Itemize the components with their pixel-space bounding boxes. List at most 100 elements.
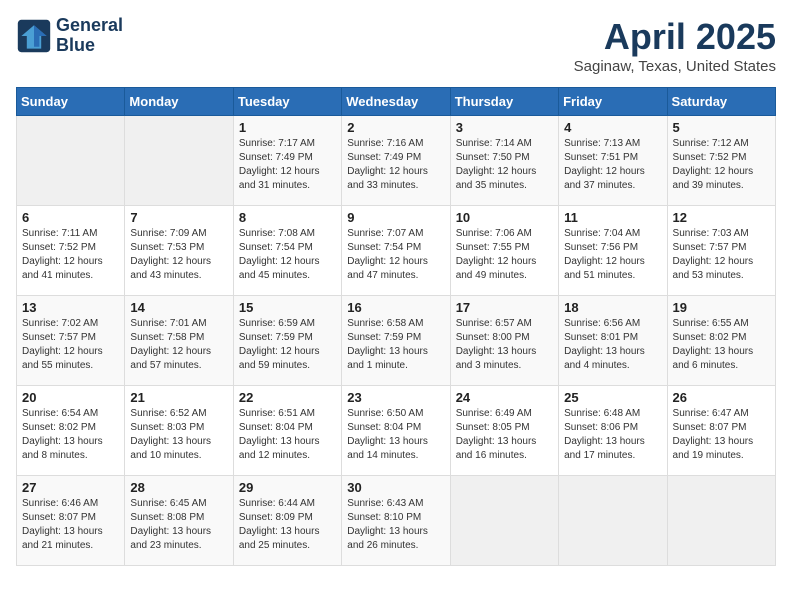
calendar-cell: 25 Sunrise: 6:48 AM Sunset: 8:06 PM Dayli…	[559, 386, 667, 476]
weekday-header-saturday: Saturday	[667, 88, 775, 116]
day-info: Sunrise: 6:50 AM Sunset: 8:04 PM Dayligh…	[347, 407, 444, 463]
day-info: Sunrise: 7:06 AM Sunset: 7:55 PM Dayligh…	[456, 227, 553, 283]
day-number: 6	[22, 210, 119, 225]
day-info: Sunrise: 6:52 AM Sunset: 8:03 PM Dayligh…	[130, 407, 227, 463]
calendar-cell: 19 Sunrise: 6:55 AM Sunset: 8:02 PM Dayli…	[667, 296, 775, 386]
calendar-cell: 10 Sunrise: 7:06 AM Sunset: 7:55 PM Dayli…	[450, 206, 558, 296]
day-info: Sunrise: 6:56 AM Sunset: 8:01 PM Dayligh…	[564, 317, 661, 373]
day-number: 17	[456, 300, 553, 315]
day-number: 20	[22, 390, 119, 405]
weekday-header-thursday: Thursday	[450, 88, 558, 116]
day-info: Sunrise: 6:47 AM Sunset: 8:07 PM Dayligh…	[673, 407, 770, 463]
day-info: Sunrise: 7:04 AM Sunset: 7:56 PM Dayligh…	[564, 227, 661, 283]
day-number: 25	[564, 390, 661, 405]
week-row-0: 1 Sunrise: 7:17 AM Sunset: 7:49 PM Daylig…	[17, 116, 776, 206]
week-row-2: 13Sunrise: 7:02 AM Sunset: 7:57 PM Dayli…	[17, 296, 776, 386]
calendar-cell: 7 Sunrise: 7:09 AM Sunset: 7:53 PM Daylig…	[125, 206, 233, 296]
calendar-cell: 24 Sunrise: 6:49 AM Sunset: 8:05 PM Dayli…	[450, 386, 558, 476]
day-number: 26	[673, 390, 770, 405]
day-number: 14	[130, 300, 227, 315]
weekday-header-row: SundayMondayTuesdayWednesdayThursdayFrid…	[17, 88, 776, 116]
calendar-cell: 16 Sunrise: 6:58 AM Sunset: 7:59 PM Dayli…	[342, 296, 450, 386]
calendar-cell: 1 Sunrise: 7:17 AM Sunset: 7:49 PM Daylig…	[233, 116, 341, 206]
calendar-cell: 30 Sunrise: 6:43 AM Sunset: 8:10 PM Dayli…	[342, 476, 450, 566]
day-info: Sunrise: 7:08 AM Sunset: 7:54 PM Dayligh…	[239, 227, 336, 283]
calendar-cell: 3 Sunrise: 7:14 AM Sunset: 7:50 PM Daylig…	[450, 116, 558, 206]
day-number: 19	[673, 300, 770, 315]
calendar-cell	[125, 116, 233, 206]
page-header: General Blue April 2025 Saginaw, Texas, …	[16, 16, 776, 75]
day-number: 24	[456, 390, 553, 405]
weekday-header-monday: Monday	[125, 88, 233, 116]
day-number: 10	[456, 210, 553, 225]
day-number: 7	[130, 210, 227, 225]
calendar-cell: 14 Sunrise: 7:01 AM Sunset: 7:58 PM Dayli…	[125, 296, 233, 386]
calendar-cell	[667, 476, 775, 566]
week-row-4: 27Sunrise: 6:46 AM Sunset: 8:07 PM Dayli…	[17, 476, 776, 566]
day-info: Sunrise: 7:14 AM Sunset: 7:50 PM Dayligh…	[456, 137, 553, 193]
calendar-cell	[17, 116, 125, 206]
day-info: Sunrise: 6:57 AM Sunset: 8:00 PM Dayligh…	[456, 317, 553, 373]
day-info: Sunrise: 7:16 AM Sunset: 7:49 PM Dayligh…	[347, 137, 444, 193]
week-row-1: 6 Sunrise: 7:11 AM Sunset: 7:52 PM Daylig…	[17, 206, 776, 296]
day-info: Sunrise: 6:43 AM Sunset: 8:10 PM Dayligh…	[347, 497, 444, 553]
calendar-cell: 26 Sunrise: 6:47 AM Sunset: 8:07 PM Dayli…	[667, 386, 775, 476]
calendar-cell: 12 Sunrise: 7:03 AM Sunset: 7:57 PM Dayli…	[667, 206, 775, 296]
day-number: 12	[673, 210, 770, 225]
day-info: Sunrise: 7:12 AM Sunset: 7:52 PM Dayligh…	[673, 137, 770, 193]
day-number: 15	[239, 300, 336, 315]
calendar-cell: 9Sunrise: 7:07 AM Sunset: 7:54 PM Daylig…	[342, 206, 450, 296]
calendar-cell: 29 Sunrise: 6:44 AM Sunset: 8:09 PM Dayli…	[233, 476, 341, 566]
calendar-cell: 2 Sunrise: 7:16 AM Sunset: 7:49 PM Daylig…	[342, 116, 450, 206]
day-info: Sunrise: 6:54 AM Sunset: 8:02 PM Dayligh…	[22, 407, 119, 463]
calendar-cell: 13Sunrise: 7:02 AM Sunset: 7:57 PM Dayli…	[17, 296, 125, 386]
calendar: SundayMondayTuesdayWednesdayThursdayFrid…	[16, 87, 776, 566]
day-info: Sunrise: 6:51 AM Sunset: 8:04 PM Dayligh…	[239, 407, 336, 463]
month-title: April 2025	[574, 16, 776, 58]
calendar-cell: 27Sunrise: 6:46 AM Sunset: 8:07 PM Dayli…	[17, 476, 125, 566]
day-info: Sunrise: 6:49 AM Sunset: 8:05 PM Dayligh…	[456, 407, 553, 463]
day-info: Sunrise: 6:58 AM Sunset: 7:59 PM Dayligh…	[347, 317, 444, 373]
logo-icon	[16, 18, 52, 54]
day-info: Sunrise: 6:46 AM Sunset: 8:07 PM Dayligh…	[22, 497, 119, 553]
day-number: 9	[347, 210, 444, 225]
day-info: Sunrise: 6:45 AM Sunset: 8:08 PM Dayligh…	[130, 497, 227, 553]
day-number: 5	[673, 120, 770, 135]
calendar-cell: 21Sunrise: 6:52 AM Sunset: 8:03 PM Dayli…	[125, 386, 233, 476]
day-number: 28	[130, 480, 227, 495]
title-area: April 2025 Saginaw, Texas, United States	[574, 16, 776, 75]
weekday-header-sunday: Sunday	[17, 88, 125, 116]
day-info: Sunrise: 7:03 AM Sunset: 7:57 PM Dayligh…	[673, 227, 770, 283]
calendar-cell	[559, 476, 667, 566]
calendar-cell: 6 Sunrise: 7:11 AM Sunset: 7:52 PM Daylig…	[17, 206, 125, 296]
day-info: Sunrise: 6:55 AM Sunset: 8:02 PM Dayligh…	[673, 317, 770, 373]
calendar-cell: 20 Sunrise: 6:54 AM Sunset: 8:02 PM Dayli…	[17, 386, 125, 476]
day-number: 16	[347, 300, 444, 315]
day-number: 2	[347, 120, 444, 135]
calendar-cell: 11Sunrise: 7:04 AM Sunset: 7:56 PM Dayli…	[559, 206, 667, 296]
day-info: Sunrise: 6:48 AM Sunset: 8:06 PM Dayligh…	[564, 407, 661, 463]
calendar-cell: 23Sunrise: 6:50 AM Sunset: 8:04 PM Dayli…	[342, 386, 450, 476]
location: Saginaw, Texas, United States	[574, 58, 776, 75]
day-info: Sunrise: 6:44 AM Sunset: 8:09 PM Dayligh…	[239, 497, 336, 553]
day-number: 30	[347, 480, 444, 495]
day-number: 4	[564, 120, 661, 135]
day-number: 18	[564, 300, 661, 315]
calendar-cell: 8 Sunrise: 7:08 AM Sunset: 7:54 PM Daylig…	[233, 206, 341, 296]
weekday-header-tuesday: Tuesday	[233, 88, 341, 116]
day-info: Sunrise: 6:59 AM Sunset: 7:59 PM Dayligh…	[239, 317, 336, 373]
day-info: Sunrise: 7:01 AM Sunset: 7:58 PM Dayligh…	[130, 317, 227, 373]
calendar-cell: 18 Sunrise: 6:56 AM Sunset: 8:01 PM Dayli…	[559, 296, 667, 386]
weekday-header-wednesday: Wednesday	[342, 88, 450, 116]
day-info: Sunrise: 7:11 AM Sunset: 7:52 PM Dayligh…	[22, 227, 119, 283]
day-number: 1	[239, 120, 336, 135]
day-number: 29	[239, 480, 336, 495]
calendar-cell: 22Sunrise: 6:51 AM Sunset: 8:04 PM Dayli…	[233, 386, 341, 476]
calendar-cell: 5 Sunrise: 7:12 AM Sunset: 7:52 PM Daylig…	[667, 116, 775, 206]
day-info: Sunrise: 7:09 AM Sunset: 7:53 PM Dayligh…	[130, 227, 227, 283]
day-number: 8	[239, 210, 336, 225]
day-info: Sunrise: 7:17 AM Sunset: 7:49 PM Dayligh…	[239, 137, 336, 193]
day-number: 13	[22, 300, 119, 315]
day-number: 3	[456, 120, 553, 135]
day-info: Sunrise: 7:13 AM Sunset: 7:51 PM Dayligh…	[564, 137, 661, 193]
